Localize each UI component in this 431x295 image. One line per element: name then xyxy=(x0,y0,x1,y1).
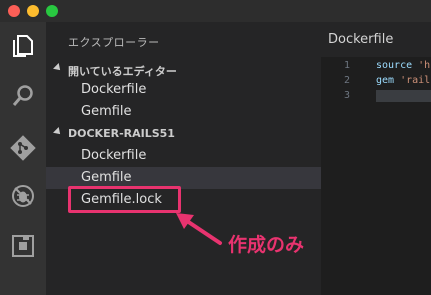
highlight-box xyxy=(68,186,181,213)
code-text xyxy=(376,90,431,102)
code-line[interactable]: 2 gem 'rail xyxy=(321,74,431,89)
code-line[interactable]: 1 source 'h xyxy=(321,59,431,74)
file-name: Dockerfile xyxy=(81,148,147,163)
close-window-button[interactable] xyxy=(8,5,20,17)
line-number: 1 xyxy=(343,60,350,71)
open-editor-item[interactable]: Dockerfile xyxy=(46,79,321,101)
minimize-window-button[interactable] xyxy=(27,5,39,17)
editor-tab[interactable]: Dockerfile xyxy=(328,32,393,47)
open-editor-item[interactable]: Gemfile xyxy=(46,101,321,123)
code-text: source 'h xyxy=(376,60,430,71)
explorer-icon[interactable] xyxy=(9,32,37,60)
sidebar-title: エクスプローラー xyxy=(68,36,160,49)
debug-icon[interactable] xyxy=(9,182,37,210)
project-file-item[interactable]: Dockerfile xyxy=(46,145,321,167)
code-string: 'rail xyxy=(400,75,431,86)
code-keyword: source xyxy=(376,60,419,71)
editor-pane: Dockerfile 1 source 'h 2 gem 'rail 3 xyxy=(321,22,431,295)
search-icon[interactable] xyxy=(9,82,37,110)
project-folder-section[interactable]: DOCKER-RAILS51 xyxy=(46,124,321,144)
line-number: 3 xyxy=(343,90,350,101)
project-folder-label: DOCKER-RAILS51 xyxy=(68,127,175,140)
file-name: Dockerfile xyxy=(81,82,147,97)
activity-bar xyxy=(0,22,46,295)
open-editors-label: 開いているエディター xyxy=(68,65,177,78)
code-keyword: gem xyxy=(376,75,401,86)
file-name: Gemfile xyxy=(81,170,132,185)
code-string: 'h xyxy=(418,60,431,71)
code-text: gem 'rail xyxy=(376,75,430,86)
extensions-icon[interactable] xyxy=(9,232,37,260)
title-bar xyxy=(0,0,431,22)
editor-tab-bar: Dockerfile xyxy=(321,22,431,57)
chevron-down-icon xyxy=(53,63,63,73)
annotation-arrow xyxy=(176,213,222,245)
git-icon[interactable] xyxy=(9,134,37,162)
open-editors-section[interactable]: 開いているエディター xyxy=(46,60,321,80)
file-name: Gemfile xyxy=(81,104,132,119)
line-number: 2 xyxy=(343,75,350,86)
code-line[interactable]: 3 xyxy=(321,89,431,104)
chevron-down-icon xyxy=(53,127,63,137)
zoom-window-button[interactable] xyxy=(46,5,58,17)
annotation-label: 作成のみ xyxy=(228,234,305,256)
